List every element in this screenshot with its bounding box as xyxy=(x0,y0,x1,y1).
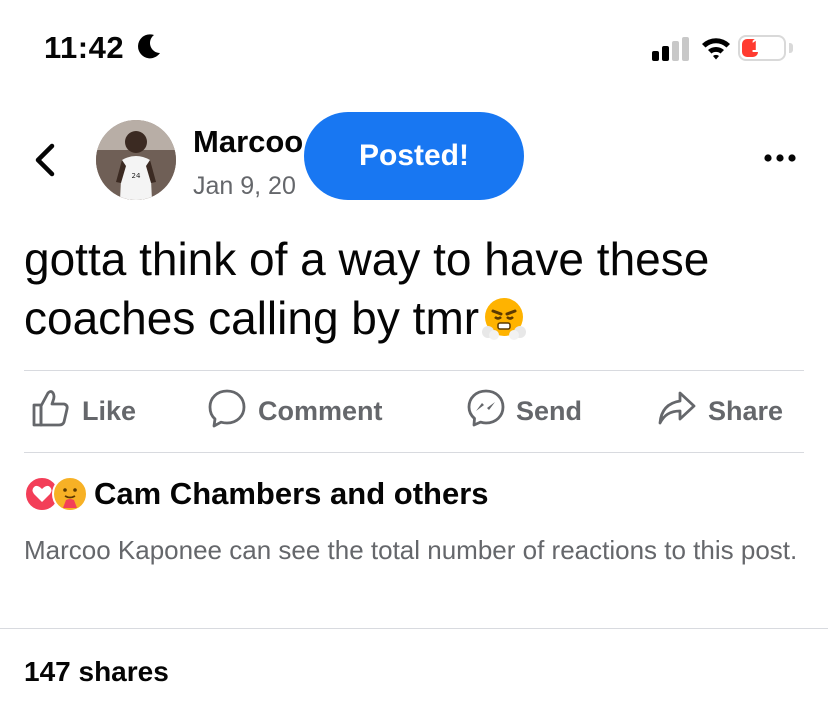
reactions-summary[interactable]: Cam Chambers and others xyxy=(24,474,489,514)
svg-text:24: 24 xyxy=(132,172,141,180)
share-label: Share xyxy=(708,395,784,426)
messenger-icon xyxy=(466,388,506,435)
divider-bottom xyxy=(24,452,804,453)
avatar[interactable]: 24 xyxy=(96,120,176,200)
comment-icon xyxy=(206,388,248,435)
shares-count[interactable]: 147 shares xyxy=(24,656,169,688)
comment-label: Comment xyxy=(258,395,383,426)
post-date[interactable]: Jan 9, 20 xyxy=(193,172,296,201)
post-text: gotta think of a way to have these coach… xyxy=(24,230,804,354)
clock: 11:42 xyxy=(44,30,125,65)
section-divider xyxy=(0,628,828,629)
send-button[interactable]: Send xyxy=(466,388,582,434)
like-label: Like xyxy=(82,395,137,426)
back-chevron-icon[interactable] xyxy=(28,140,64,180)
divider-top xyxy=(24,370,804,371)
battery-icon: 12 xyxy=(738,35,786,61)
comment-button[interactable]: Comment xyxy=(206,388,383,434)
cellular-signal-icon xyxy=(652,37,690,66)
reactions-info: Marcoo Kaponee can see the total number … xyxy=(24,535,798,565)
wifi-icon xyxy=(700,35,732,66)
posted-toast: Posted! xyxy=(304,112,524,200)
reactors-names: Cam Chambers and others xyxy=(94,476,489,511)
author-name[interactable]: Marcoo xyxy=(193,124,303,160)
send-label: Send xyxy=(516,395,583,426)
like-button[interactable]: Like xyxy=(30,388,136,434)
battery-percent: 12 xyxy=(751,36,773,57)
like-icon xyxy=(30,388,72,435)
battery-cap xyxy=(789,43,793,53)
post-text-content: gotta think of a way to have these coach… xyxy=(24,233,710,344)
moon-icon xyxy=(136,33,162,66)
share-icon xyxy=(656,388,698,435)
share-button[interactable]: Share xyxy=(656,388,783,434)
triumph-emoji xyxy=(481,294,527,354)
more-icon[interactable] xyxy=(760,148,800,168)
status-bar: 11:42 12 xyxy=(0,0,828,100)
care-reaction-icon xyxy=(52,476,88,512)
